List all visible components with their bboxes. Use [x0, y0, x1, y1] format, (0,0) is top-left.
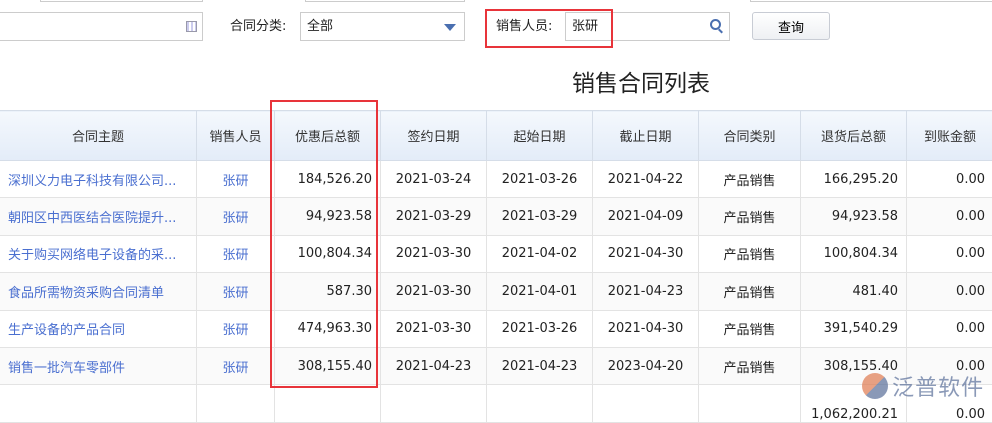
totals-row: 1,062,200.210.00 [0, 385, 992, 422]
date-input[interactable] [0, 12, 203, 41]
column-header[interactable]: 合同类别 [699, 111, 801, 161]
table-cell: 166,295.20 [801, 161, 907, 198]
table-cell: 2021-04-30 [593, 235, 699, 272]
contract-subject-link[interactable]: 深圳义力电子科技有限公司... [0, 161, 197, 198]
column-header[interactable]: 销售人员 [197, 111, 275, 161]
table-cell: 2021-03-30 [381, 310, 487, 347]
salesperson-link[interactable]: 张研 [197, 198, 275, 235]
table-cell: 2021-04-01 [487, 273, 593, 310]
table-row[interactable]: 深圳义力电子科技有限公司...张研184,526.202021-03-24202… [0, 161, 992, 198]
query-button[interactable]: 查询 [752, 12, 830, 40]
table-cell: 产品销售 [699, 198, 801, 235]
total-cell [487, 385, 593, 422]
column-header[interactable]: 起始日期 [487, 111, 593, 161]
table-cell: 2021-04-22 [593, 161, 699, 198]
table-row[interactable]: 销售一批汽车零部件张研308,155.402021-04-232021-04-2… [0, 347, 992, 384]
table-cell: 0.00 [907, 198, 992, 235]
table-cell: 481.40 [801, 273, 907, 310]
watermark-logo: 泛普软件 [862, 370, 984, 402]
table-cell: 产品销售 [699, 161, 801, 198]
top-field-1[interactable] [40, 0, 203, 2]
salesperson-link[interactable]: 张研 [197, 310, 275, 347]
table-cell: 2021-03-24 [381, 161, 487, 198]
column-header[interactable]: 退货后总额 [801, 111, 907, 161]
table-row[interactable]: 生产设备的产品合同张研474,963.302021-03-302021-03-2… [0, 310, 992, 347]
total-cell [593, 385, 699, 422]
watermark-logo-icon [862, 373, 888, 399]
table-cell: 2021-03-26 [487, 310, 593, 347]
table-cell: 2021-04-30 [593, 310, 699, 347]
contract-subject-link[interactable]: 关于购买网络电子设备的采... [0, 235, 197, 272]
total-cell [699, 385, 801, 422]
calendar-icon[interactable] [186, 21, 197, 32]
table-cell: 2021-04-23 [593, 273, 699, 310]
category-value: 全部 [307, 19, 333, 34]
table-cell: 391,540.29 [801, 310, 907, 347]
table-cell: 2021-03-30 [381, 235, 487, 272]
table-cell: 2021-03-26 [487, 161, 593, 198]
page-title: 销售合同列表 [572, 64, 710, 98]
table-cell: 产品销售 [699, 347, 801, 384]
column-header[interactable]: 优惠后总额 [275, 111, 381, 161]
table-cell: 184,526.20 [275, 161, 381, 198]
contract-subject-link[interactable]: 食品所需物资采购合同清单 [0, 273, 197, 310]
contract-subject-link[interactable]: 销售一批汽车零部件 [0, 347, 197, 384]
table-cell: 100,804.34 [801, 235, 907, 272]
table-cell: 2021-03-30 [381, 273, 487, 310]
table-row[interactable]: 朝阳区中西医结合医院提升...张研94,923.582021-03-292021… [0, 198, 992, 235]
category-label: 合同分类: [230, 12, 286, 41]
contracts-table: 合同主题销售人员优惠后总额签约日期起始日期截止日期合同类别退货后总额到账金额 深… [0, 110, 992, 423]
table-cell: 0.00 [907, 235, 992, 272]
table-cell: 产品销售 [699, 310, 801, 347]
column-header[interactable]: 合同主题 [0, 111, 197, 161]
table-cell: 94,923.58 [801, 198, 907, 235]
table-cell: 产品销售 [699, 235, 801, 272]
top-field-2[interactable] [305, 0, 465, 2]
table-cell: 0.00 [907, 161, 992, 198]
table-cell: 0.00 [907, 310, 992, 347]
salesperson-link[interactable]: 张研 [197, 347, 275, 384]
chevron-down-icon [444, 24, 456, 31]
table-cell: 94,923.58 [275, 198, 381, 235]
total-cell [0, 385, 197, 422]
salesperson-link[interactable]: 张研 [197, 235, 275, 272]
table-cell: 2021-04-02 [487, 235, 593, 272]
contract-subject-link[interactable]: 朝阳区中西医结合医院提升... [0, 198, 197, 235]
column-header[interactable]: 到账金额 [907, 111, 992, 161]
table-cell: 474,963.30 [275, 310, 381, 347]
salesperson-value: 张研 [572, 19, 598, 34]
table-row[interactable]: 食品所需物资采购合同清单张研587.302021-03-302021-04-01… [0, 273, 992, 310]
table-cell: 0.00 [907, 273, 992, 310]
table-cell: 308,155.40 [275, 347, 381, 384]
table-cell: 2021-04-23 [381, 347, 487, 384]
search-icon-handle [718, 29, 723, 34]
contract-subject-link[interactable]: 生产设备的产品合同 [0, 310, 197, 347]
total-cell [381, 385, 487, 422]
column-header[interactable]: 截止日期 [593, 111, 699, 161]
total-cell [197, 385, 275, 422]
table-cell: 产品销售 [699, 273, 801, 310]
table-cell: 2021-03-29 [487, 198, 593, 235]
table-cell: 587.30 [275, 273, 381, 310]
table-cell: 2021-04-23 [487, 347, 593, 384]
table-row[interactable]: 关于购买网络电子设备的采...张研100,804.342021-03-30202… [0, 235, 992, 272]
category-select[interactable]: 全部 [300, 12, 465, 41]
salesperson-input[interactable]: 张研 [565, 12, 730, 41]
table-cell: 2023-04-20 [593, 347, 699, 384]
column-header[interactable]: 签约日期 [381, 111, 487, 161]
salesperson-link[interactable]: 张研 [197, 273, 275, 310]
table-cell: 2021-03-29 [381, 198, 487, 235]
total-cell [275, 385, 381, 422]
top-field-3[interactable] [750, 0, 992, 2]
salesperson-label: 销售人员: [496, 12, 552, 41]
table-cell: 2021-04-09 [593, 198, 699, 235]
table-cell: 100,804.34 [275, 235, 381, 272]
salesperson-link[interactable]: 张研 [197, 161, 275, 198]
